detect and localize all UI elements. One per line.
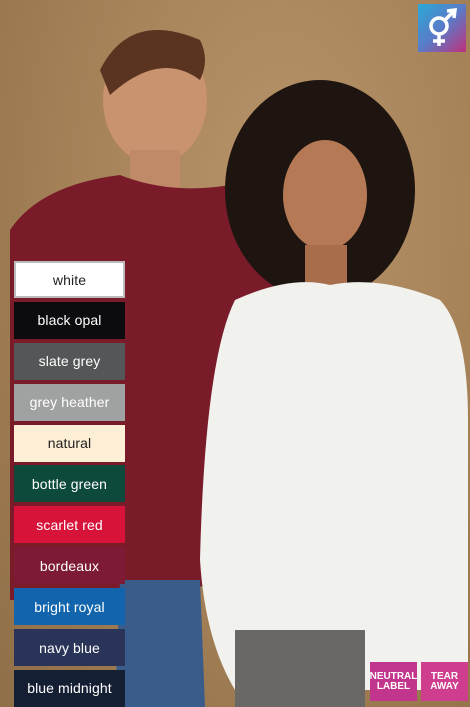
unisex-gender-icon — [429, 8, 458, 46]
color-swatch-natural[interactable]: natural — [14, 424, 125, 462]
color-swatch-list: white black opal slate grey grey heather nat… — [14, 261, 125, 707]
color-swatch-label: white — [52, 271, 87, 288]
woman-face — [283, 140, 367, 250]
color-swatch-white[interactable]: white — [14, 261, 125, 298]
color-swatch-black-opal[interactable]: black opal — [14, 301, 125, 339]
color-swatch-label: bright royal — [34, 598, 105, 615]
unisex-badge — [418, 4, 466, 52]
color-swatch-blue-midnight[interactable]: blue midnight — [14, 669, 125, 707]
tear-away-line1: TEAR — [430, 670, 459, 682]
tear-away-badge: TEAR AWAY — [421, 662, 468, 701]
color-swatch-grey-heather[interactable]: grey heather — [14, 383, 125, 421]
color-swatch-bottle-green[interactable]: bottle green — [14, 465, 125, 503]
color-swatch-label: bottle green — [31, 475, 108, 492]
color-swatch-bright-royal[interactable]: bright royal — [14, 588, 125, 626]
product-image-frame: white black opal slate grey grey heather nat… — [0, 0, 470, 707]
color-swatch-scarlet-red[interactable]: scarlet red — [14, 506, 125, 544]
color-swatch-label: navy blue — [39, 639, 100, 656]
color-swatch-label: natural — [47, 435, 92, 452]
feature-badges: NEUTRAL LABEL TEAR AWAY — [370, 662, 468, 701]
tear-away-line2: AWAY — [430, 680, 459, 692]
color-swatch-bordeaux[interactable]: bordeaux — [14, 547, 125, 585]
color-swatch-navy-blue[interactable]: navy blue — [14, 629, 125, 667]
neutral-label-line2: LABEL — [376, 680, 411, 692]
woman-sweater — [200, 282, 468, 690]
neutral-label-line1: NEUTRAL — [369, 670, 418, 682]
color-swatch-label: blue midnight — [27, 680, 112, 697]
color-swatch-label: bordeaux — [39, 557, 100, 574]
color-swatch-label: slate grey — [38, 353, 101, 370]
color-swatch-label: grey heather — [29, 394, 110, 411]
color-swatch-label: scarlet red — [36, 516, 103, 533]
color-swatch-label: black opal — [37, 312, 102, 329]
woman-pants — [235, 630, 365, 707]
color-swatch-slate-grey[interactable]: slate grey — [14, 342, 125, 380]
man-jeans — [115, 580, 205, 707]
neutral-label-badge: NEUTRAL LABEL — [370, 662, 417, 701]
